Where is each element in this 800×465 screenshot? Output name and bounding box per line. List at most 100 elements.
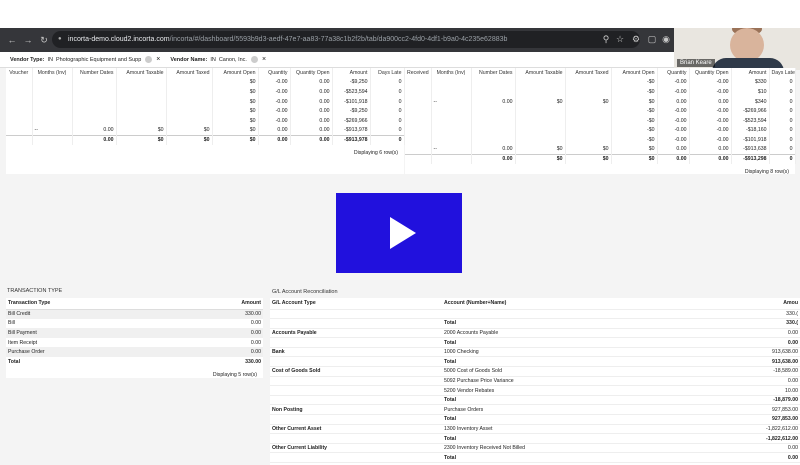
table-cell (431, 115, 472, 126)
table-cell: 0 (370, 96, 405, 107)
table-cell: 5200 Vendor Rebates (442, 385, 672, 396)
table-cell (471, 106, 516, 116)
table-cell (116, 96, 167, 107)
column-header: Amount (146, 298, 263, 310)
table-cell: $0 (212, 125, 259, 136)
table-cell (270, 414, 442, 425)
participant-name: Brian Keare (677, 59, 715, 67)
forward-icon[interactable]: → (20, 35, 36, 45)
table-row: Total 330.( (270, 318, 800, 329)
table-cell: 1300 Inventory Asset (442, 424, 672, 435)
table-cell (565, 135, 612, 145)
table-cell (116, 106, 167, 116)
table-cell (431, 153, 472, 164)
close-icon[interactable]: × (156, 56, 160, 63)
column-header: Months (Inv) (32, 68, 73, 78)
table-header-row: Received Months (Inv) Number Dates Amount T… (405, 68, 796, 78)
table-cell (166, 96, 213, 107)
table-cell: 1000 Checking (442, 347, 672, 358)
zoom-icon[interactable]: ◉ (660, 33, 672, 45)
column-header: Quantity (657, 68, 690, 78)
url-path: /incorta/#/dashboard/5593b9d3-aedf-47e7-… (169, 36, 508, 43)
table-cell: $0 (515, 153, 566, 164)
table-row: Other Current Liability 2300 Inventory Re… (270, 443, 800, 454)
table-cell (6, 125, 33, 136)
table: G/L Account Type Account (Number+Name) Amo… (270, 298, 800, 463)
table-cell: -0.00 (258, 106, 291, 116)
table-cell (405, 87, 432, 97)
table-cell (565, 115, 612, 126)
table-cell (72, 96, 117, 107)
filter-vendor-type[interactable]: Vendor Type: IN Photographic Equipment a… (10, 56, 160, 63)
table-cell (6, 106, 33, 116)
table-cell: 0.00 (471, 153, 516, 164)
table-cell: 0.00 (672, 337, 800, 348)
table-cell (270, 395, 442, 406)
close-icon[interactable]: × (262, 56, 266, 63)
table-cell (166, 115, 213, 126)
table-cell: 0.00 (290, 96, 333, 107)
table-cell: -0.00 (689, 135, 732, 145)
table-cell: -$913,298 (731, 153, 770, 164)
table-cell (405, 135, 432, 145)
table-row-total: Total 330.00 (6, 357, 263, 367)
table-cell: 330.00 (146, 309, 263, 319)
column-header: Amount (332, 68, 371, 78)
table-row: -$0 -0.00 -0.00 -$269,966 0 (405, 106, 796, 116)
table-cell: -$913,978 (332, 125, 371, 136)
address-bar[interactable]: ● incorta-demo.cloud2.incorta.com/incort… (52, 31, 640, 48)
column-header: Days Late (769, 68, 796, 78)
table-cell: 0 (769, 87, 796, 97)
filter-info-icon[interactable] (250, 56, 258, 63)
column-header: Voucher (6, 68, 33, 78)
table-cell: -0.00 (657, 106, 690, 116)
key-icon[interactable]: ⚲ (600, 33, 612, 45)
reload-icon[interactable]: ↻ (36, 35, 52, 46)
table-cell: Bill Credit (6, 309, 146, 319)
table-cell (166, 77, 213, 88)
vendor-transactions-table-left: Voucher Months (Inv) Number Dates Amount Ta… (6, 68, 405, 174)
table-row: $0 -0.00 0.00 -$9,250 0 (6, 106, 405, 116)
table-cell (270, 318, 442, 329)
column-header: Amount Open (611, 68, 658, 78)
table-cell: -0.00 (689, 106, 732, 116)
star-icon[interactable]: ☆ (614, 33, 626, 45)
column-header: Amount Taxed (565, 68, 612, 78)
table-cell: 0.00 (689, 144, 732, 155)
table-cell: 0 (370, 134, 405, 145)
table-cell: 0 (769, 115, 796, 126)
table-cell: -$0 (611, 106, 658, 116)
table-cell (270, 309, 442, 320)
table-cell: $340 (731, 96, 770, 107)
table-cell: $0 (611, 144, 658, 155)
table-cell: 2000 Accounts Payable (442, 328, 672, 339)
table-cell: Total (442, 356, 672, 368)
back-icon[interactable]: ← (4, 35, 20, 45)
table: Received Months (Inv) Number Dates Amount T… (405, 68, 796, 164)
settings-icon[interactable]: ⚙ (630, 33, 642, 45)
extension-icon[interactable]: ▢ (646, 33, 658, 45)
table-cell: $0 (565, 96, 612, 107)
table-cell: $0 (212, 115, 259, 126)
table-row: Total 0.00 (270, 452, 800, 463)
column-header: Months (Inv) (431, 68, 472, 78)
table-cell: -$101,918 (731, 135, 770, 145)
table-cell: 0 (370, 106, 405, 116)
filter-label: Vendor Name: (170, 56, 208, 63)
table-cell: Total (442, 395, 672, 406)
column-header: Quantity Open (290, 68, 333, 78)
table-cell: 0.00 (250, 339, 261, 346)
column-header: Transaction Type (6, 298, 146, 310)
table-cell: -0.00 (657, 135, 690, 145)
table-cell: -0.00 (689, 77, 732, 88)
filter-vendor-name[interactable]: Vendor Name: IN Canon, Inc. × (170, 56, 266, 63)
table-cell (431, 125, 472, 136)
table-cell: Total (442, 452, 672, 463)
table-cell: -0.00 (657, 77, 690, 88)
filter-info-icon[interactable] (145, 56, 153, 63)
table-row: Bill Credit 330.00 (6, 309, 263, 319)
row-count: Displaying 8 row(s) (744, 168, 789, 175)
table-cell (565, 106, 612, 116)
table-cell (270, 433, 442, 444)
play-button[interactable] (336, 193, 462, 273)
